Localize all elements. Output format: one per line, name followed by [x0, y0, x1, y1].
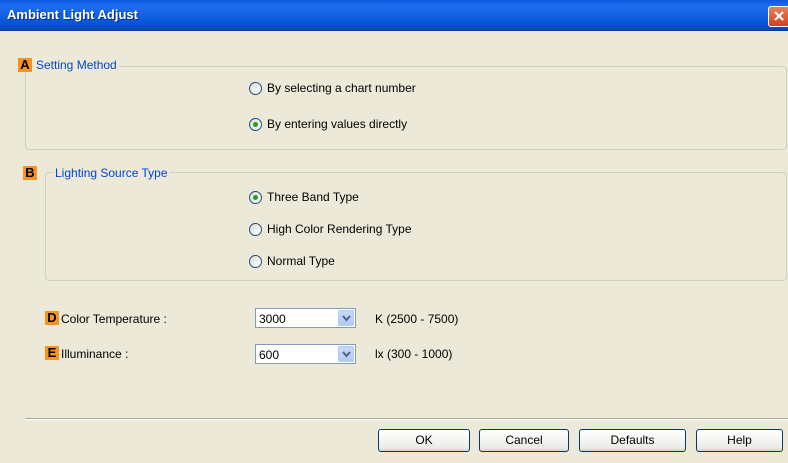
illuminance-range: lx (300 - 1000) [375, 347, 453, 361]
color-temperature-value: 3000 [259, 312, 286, 326]
close-button[interactable] [768, 6, 788, 27]
radio-label: By selecting a chart number [267, 81, 416, 95]
color-temperature-label: Color Temperature : [61, 312, 167, 326]
help-button[interactable]: Help [696, 429, 783, 452]
cancel-button[interactable]: Cancel [479, 429, 569, 452]
lighting-source-label: Lighting Source Type [53, 166, 170, 180]
radio-high-color-rendering-type[interactable]: High Color Rendering Type [249, 222, 412, 236]
window-title: Ambient Light Adjust [7, 7, 138, 22]
defaults-button[interactable]: Defaults [579, 429, 686, 452]
color-temperature-range: K (2500 - 7500) [375, 312, 459, 326]
radio-label: High Color Rendering Type [267, 222, 412, 236]
lighting-source-group [45, 172, 787, 281]
illuminance-select[interactable]: 600 [255, 344, 356, 364]
radio-select-chart-number[interactable]: By selecting a chart number [249, 81, 416, 95]
radio-label: By entering values directly [267, 117, 408, 131]
marker-a: A [18, 58, 32, 72]
radio-button[interactable] [249, 81, 262, 95]
title-bar[interactable]: Ambient Light Adjust [0, 0, 788, 31]
separator-line [25, 418, 788, 420]
radio-button-checked[interactable] [249, 117, 262, 131]
radio-label: Three Band Type [267, 190, 359, 204]
ok-button[interactable]: OK [378, 429, 470, 452]
color-temperature-select[interactable]: 3000 [255, 308, 356, 328]
radio-button-checked[interactable] [249, 190, 262, 204]
radio-button[interactable] [249, 222, 262, 236]
radio-three-band-type[interactable]: Three Band Type [249, 190, 359, 204]
radio-normal-type[interactable]: Normal Type [249, 254, 335, 268]
chevron-down-icon[interactable] [338, 346, 354, 362]
illuminance-value: 600 [259, 348, 280, 362]
dialog-window: Ambient Light Adjust A Setting Method By… [0, 0, 788, 463]
chevron-down-icon[interactable] [338, 310, 354, 326]
marker-d: D [45, 311, 59, 325]
radio-enter-values-directly[interactable]: By entering values directly [249, 117, 407, 131]
setting-method-group [25, 66, 787, 150]
radio-button[interactable] [249, 254, 262, 268]
marker-b: B [23, 166, 37, 180]
marker-e: E [45, 346, 59, 360]
setting-method-label: Setting Method [34, 58, 119, 72]
illuminance-label: Illuminance : [61, 347, 129, 361]
radio-label: Normal Type [267, 254, 335, 268]
